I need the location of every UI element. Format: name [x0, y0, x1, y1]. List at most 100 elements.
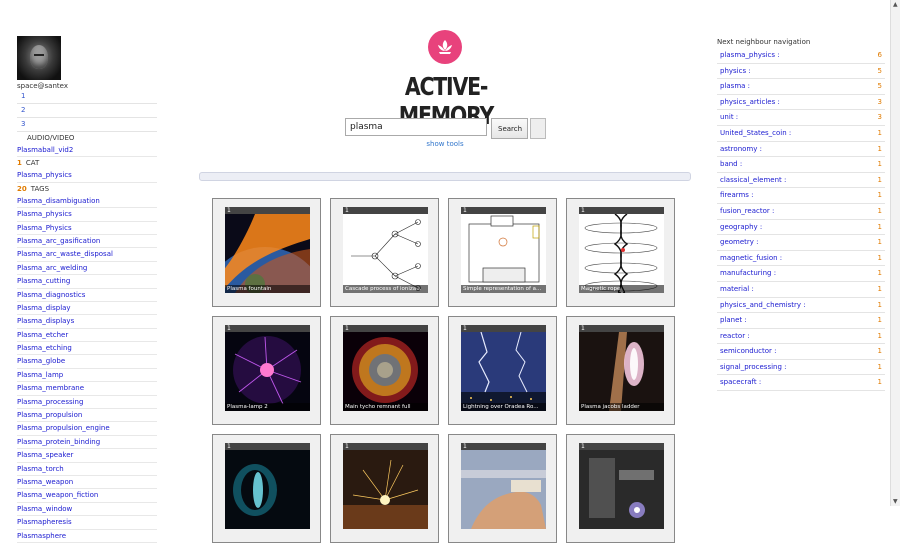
- tag-link[interactable]: Plasma_arc_welding: [17, 264, 87, 272]
- extra-button[interactable]: [530, 118, 546, 139]
- tag-link[interactable]: Plasma_physics: [17, 171, 72, 179]
- tag-link[interactable]: Plasma_weapon: [17, 478, 73, 486]
- tile-image[interactable]: 1 Cascade process of ioniza...: [343, 207, 428, 293]
- tile-picture: [461, 214, 546, 293]
- tile-number: 1: [579, 207, 664, 214]
- neighbour-navigation: Next neighbour navigation plasma_physics…: [717, 36, 885, 392]
- nav-link[interactable]: signal_processing :: [720, 363, 787, 371]
- tag-link[interactable]: Plasma_propulsion: [17, 411, 82, 419]
- scroll-down-icon[interactable]: ▼: [893, 498, 898, 505]
- tile-image[interactable]: 1 Simple representation of a...: [461, 207, 546, 293]
- tile-image[interactable]: 1 Lightning over Oradea Ro...: [461, 325, 546, 411]
- nav-link[interactable]: reactor :: [720, 332, 750, 340]
- nav-link[interactable]: geometry :: [720, 238, 759, 246]
- tile-image[interactable]: 1 Main tycho remnant full: [343, 325, 428, 411]
- tag-link[interactable]: Plasma_membrane: [17, 384, 84, 392]
- tile-image[interactable]: 1 Plasma-lamp 2: [225, 325, 310, 411]
- tile-caption: Plasma-lamp 2: [225, 403, 310, 411]
- tile-image[interactable]: 1 Magnetic rope: [579, 207, 664, 293]
- nav-link[interactable]: physics_articles :: [720, 98, 780, 106]
- tag-link[interactable]: Plasma_etching: [17, 344, 72, 352]
- tag-link[interactable]: Plasma_arc_waste_disposal: [17, 250, 113, 258]
- tag-link[interactable]: Plasma_torch: [17, 465, 64, 473]
- image-tile[interactable]: 1 Cascade process of ioniza...: [330, 198, 439, 307]
- avatar[interactable]: [17, 36, 61, 80]
- tile-image[interactable]: 1 Plasma jacobs ladder: [579, 325, 664, 411]
- tag-link[interactable]: Plasma_protein_binding: [17, 438, 100, 446]
- tag-link[interactable]: Plasma_Physics: [17, 224, 72, 232]
- tag-link[interactable]: Plasma_etcher: [17, 331, 68, 339]
- tile-number: 1: [225, 325, 310, 332]
- tile-picture: [343, 214, 428, 293]
- page-link[interactable]: 3: [17, 118, 157, 132]
- list-item: Plasma_diagnostics: [17, 289, 157, 302]
- tags-count: 20: [17, 184, 27, 193]
- tile-image[interactable]: 1: [461, 443, 546, 529]
- nav-link[interactable]: fusion_reactor :: [720, 207, 774, 215]
- tag-link[interactable]: Plasma_arc_gasification: [17, 237, 100, 245]
- nav-link[interactable]: plasma :: [720, 82, 750, 90]
- nav-link[interactable]: semiconductor :: [720, 347, 777, 355]
- tag-link[interactable]: Plasmapheresis: [17, 518, 72, 526]
- nav-item: geography : 1: [717, 220, 885, 236]
- image-tile[interactable]: 1 Simple representation of a...: [448, 198, 557, 307]
- list-item: Plasma_physics: [17, 208, 157, 222]
- nav-link[interactable]: astronomy :: [720, 145, 762, 153]
- tile-image[interactable]: 1 Plasma fountain: [225, 207, 310, 293]
- tag-link[interactable]: Plasma_diagnostics: [17, 291, 85, 299]
- page-link[interactable]: 2: [17, 104, 157, 118]
- nav-link[interactable]: United_States_coin :: [720, 129, 791, 137]
- image-tile[interactable]: 1 Plasma jacobs ladder: [566, 316, 675, 425]
- image-tile[interactable]: 1 Magnetic rope: [566, 198, 675, 307]
- tag-link[interactable]: Plasma_physics: [17, 210, 72, 218]
- image-tile[interactable]: 1: [330, 434, 439, 543]
- nav-link[interactable]: plasma_physics :: [720, 51, 780, 59]
- list-item: Plasma_torch: [17, 463, 157, 476]
- image-tile[interactable]: 1: [448, 434, 557, 543]
- image-tile[interactable]: 1: [212, 434, 321, 543]
- nav-link[interactable]: firearms :: [720, 191, 754, 199]
- image-tile[interactable]: 1 Plasma-lamp 2: [212, 316, 321, 425]
- nav-link[interactable]: geography :: [720, 223, 762, 231]
- tile-image[interactable]: 1: [579, 443, 664, 529]
- tag-link[interactable]: Plasma_disambiguation: [17, 197, 100, 205]
- show-tools-link[interactable]: show tools: [410, 140, 480, 148]
- nav-link[interactable]: spacecraft :: [720, 378, 761, 386]
- tag-link[interactable]: Plasma_cutting: [17, 277, 70, 285]
- tag-link[interactable]: Plasmaball_vid2: [17, 146, 73, 154]
- cat-count: 1: [17, 159, 22, 168]
- tag-link[interactable]: Plasma_weapon_fiction: [17, 491, 98, 499]
- search-input[interactable]: [345, 118, 487, 136]
- nav-link[interactable]: physics :: [720, 67, 751, 75]
- nav-count: 1: [877, 284, 882, 293]
- tile-image[interactable]: 1: [225, 443, 310, 529]
- logo[interactable]: [428, 30, 462, 64]
- tile-image[interactable]: 1: [343, 443, 428, 529]
- tag-link[interactable]: Plasma_lamp: [17, 371, 63, 379]
- scroll-up-icon[interactable]: ▲: [893, 1, 898, 8]
- nav-link[interactable]: classical_element :: [720, 176, 786, 184]
- tag-link[interactable]: Plasmasphere: [17, 532, 66, 540]
- nav-link[interactable]: unit :: [720, 113, 738, 121]
- image-tile[interactable]: 1 Plasma fountain: [212, 198, 321, 307]
- nav-link[interactable]: material :: [720, 285, 754, 293]
- image-tile[interactable]: 1 Main tycho remnant full: [330, 316, 439, 425]
- tag-link[interactable]: Plasma_display: [17, 304, 71, 312]
- tag-link[interactable]: Plasma_globe: [17, 357, 65, 365]
- tag-link[interactable]: Plasma_processing: [17, 398, 83, 406]
- tag-link[interactable]: Plasma_speaker: [17, 451, 73, 459]
- nav-link[interactable]: physics_and_chemistry :: [720, 301, 806, 309]
- tag-link[interactable]: Plasma_propulsion_engine: [17, 424, 110, 432]
- nav-count: 3: [877, 97, 882, 106]
- tag-link[interactable]: Plasma_displays: [17, 317, 74, 325]
- image-tile[interactable]: 1 Lightning over Oradea Ro...: [448, 316, 557, 425]
- nav-link[interactable]: manufacturing :: [720, 269, 776, 277]
- page-link[interactable]: 1: [17, 90, 157, 104]
- nav-link[interactable]: planet :: [720, 316, 747, 324]
- nav-item: spacecraft : 1: [717, 375, 885, 392]
- search-button[interactable]: Search: [491, 118, 528, 139]
- nav-link[interactable]: magnetic_fusion :: [720, 254, 782, 262]
- scrollbar[interactable]: ▲ ▼: [890, 0, 900, 506]
- image-tile[interactable]: 1: [566, 434, 675, 543]
- nav-link[interactable]: band :: [720, 160, 742, 168]
